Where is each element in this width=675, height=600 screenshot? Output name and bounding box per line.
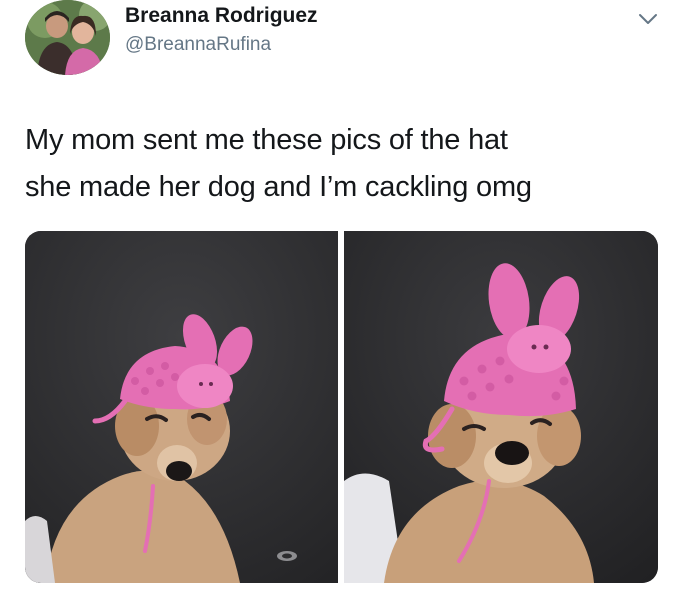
tweet-card: Breanna Rodriguez @BreannaRufina My mom … <box>0 0 675 600</box>
tweet-photo-1[interactable] <box>25 231 338 583</box>
tweet-photo-2[interactable] <box>344 231 658 583</box>
avatar[interactable] <box>25 0 110 75</box>
author-display-name[interactable]: Breanna Rodriguez <box>125 3 318 29</box>
tweet-text: My mom sent me these pics of the hat she… <box>25 117 655 211</box>
author-handle[interactable]: @BreannaRufina <box>125 33 271 57</box>
tweet-text-line: My mom sent me these pics of the hat <box>25 124 508 156</box>
chevron-down-icon[interactable] <box>636 10 660 28</box>
tweet-text-line: she made her dog and I’m cackling omg <box>25 171 532 203</box>
